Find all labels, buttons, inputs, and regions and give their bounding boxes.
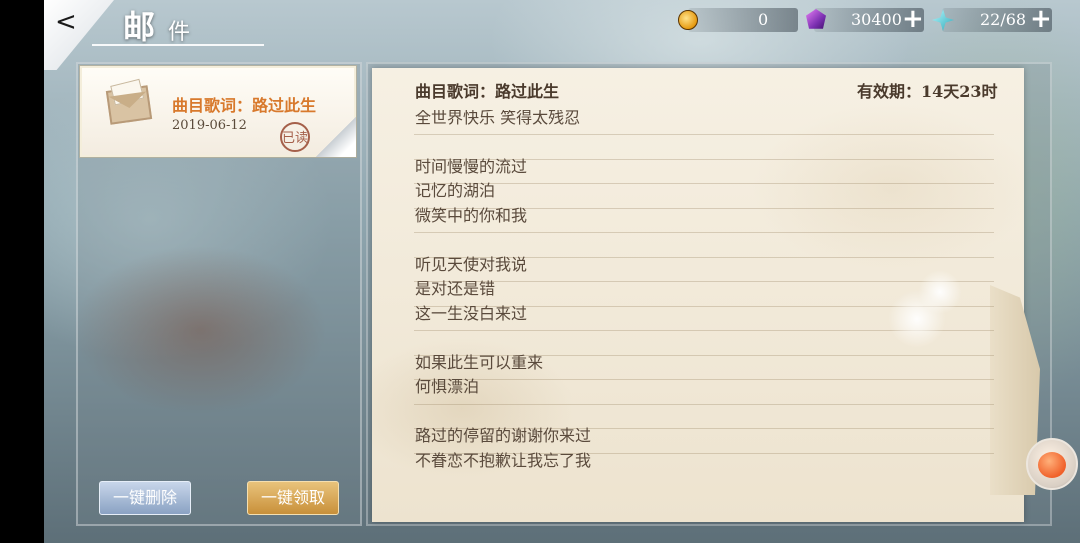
lyric-line: 不眷恋不抱歉让我忘了我 bbox=[415, 451, 592, 470]
stamina-value: 22/68 bbox=[980, 10, 1027, 29]
rule-line bbox=[414, 232, 994, 233]
lyric-line: 全世界快乐 笑得太残忍 bbox=[415, 110, 581, 127]
page-title-main: 邮 bbox=[123, 8, 156, 46]
read-stamp-icon: 已读 bbox=[280, 122, 310, 152]
rule-line bbox=[414, 379, 994, 380]
mail-item-title: 曲目歌词：路过此生 bbox=[172, 96, 317, 115]
rule-line bbox=[414, 134, 994, 135]
left-screen-edge bbox=[0, 0, 44, 543]
lyric-line: 时间慢慢的流过 bbox=[415, 157, 528, 176]
rule-line bbox=[414, 183, 994, 184]
rule-line bbox=[414, 281, 994, 282]
floating-assistant-button[interactable] bbox=[1026, 438, 1078, 490]
page-title-sub: 件 bbox=[168, 20, 191, 45]
add-gem-button[interactable]: + bbox=[902, 6, 924, 32]
light-sparkle bbox=[918, 270, 962, 314]
mail-item-date: 2019-06-12 bbox=[172, 118, 247, 133]
lyric-line: 路过的停留的谢谢你来过 bbox=[415, 426, 592, 445]
lyric-line: 微笑中的你和我 bbox=[415, 206, 528, 225]
lyric-line: 听见天使对我说 bbox=[415, 255, 528, 274]
lyric-line: 记忆的湖泊 bbox=[415, 181, 496, 200]
rule-line bbox=[414, 404, 994, 405]
back-arrow-icon[interactable]: < bbox=[55, 8, 79, 36]
letter-title: 曲目歌词：路过此生 bbox=[415, 82, 560, 101]
lyric-line: 是对还是错 bbox=[415, 279, 496, 298]
coin-bar bbox=[688, 8, 798, 32]
gem-value: 30400 bbox=[851, 10, 902, 29]
lyric-line: 这一生没白来过 bbox=[415, 304, 528, 323]
lyric-line: 何惧漂泊 bbox=[415, 377, 480, 396]
gold-coin-icon bbox=[678, 10, 698, 30]
letter-expiry: 有效期：14天23时 bbox=[857, 82, 998, 101]
lyric-line: 如果此生可以重来 bbox=[415, 353, 544, 372]
mail-list-item[interactable]: 曲目歌词：路过此生 2019-06-12 已读 bbox=[80, 66, 356, 157]
delete-all-button[interactable]: 一键删除 bbox=[99, 481, 191, 515]
envelope-icon bbox=[105, 85, 153, 125]
coin-value: 0 bbox=[758, 10, 769, 29]
claim-all-button[interactable]: 一键领取 bbox=[247, 481, 339, 515]
title-underline bbox=[92, 44, 264, 46]
add-stamina-button[interactable]: + bbox=[1030, 6, 1052, 32]
